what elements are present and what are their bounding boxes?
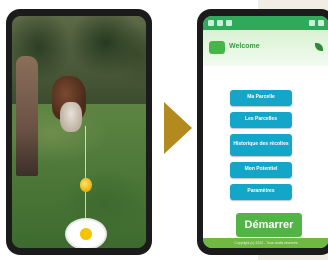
person-figure [16,56,38,176]
status-icons-left [208,20,232,26]
app-title: Welcome [229,43,260,50]
battery-icon [318,20,324,26]
notification-icon [226,20,232,26]
menu-button-historique[interactable]: Historique des récoltes [230,134,292,156]
phone-app-frame: Welcome Ma Parcelle Les Parcelles Histor… [197,9,328,255]
measuring-plate [67,220,105,248]
menu-button-ma-parcelle[interactable]: Ma Parcelle [230,90,292,106]
status-bar [203,16,328,30]
status-icons-right [309,20,324,26]
notification-icon [217,20,223,26]
main-menu: Ma Parcelle Les Parcelles Historique des… [230,90,292,200]
notification-icon [208,20,214,26]
cow-head [60,102,82,132]
start-button[interactable]: Démarrer [236,213,302,237]
yellow-ball [80,178,92,192]
phone-photo-frame [6,9,152,255]
arrow-right-icon [164,102,192,154]
signal-icon [309,20,315,26]
plate-center-dot [80,228,92,240]
menu-button-les-parcelles[interactable]: Les Parcelles [230,112,292,128]
menu-button-mon-potentiel[interactable]: Mon Potentiel [230,162,292,178]
app-logo-icon [209,41,225,54]
footer-copyright: Copyright (c) 2022 - Tous droits réservé… [203,238,328,248]
menu-button-parametres[interactable]: Paramètres [230,184,292,200]
app-screen: Welcome Ma Parcelle Les Parcelles Histor… [203,16,328,248]
field-photo [12,16,146,248]
